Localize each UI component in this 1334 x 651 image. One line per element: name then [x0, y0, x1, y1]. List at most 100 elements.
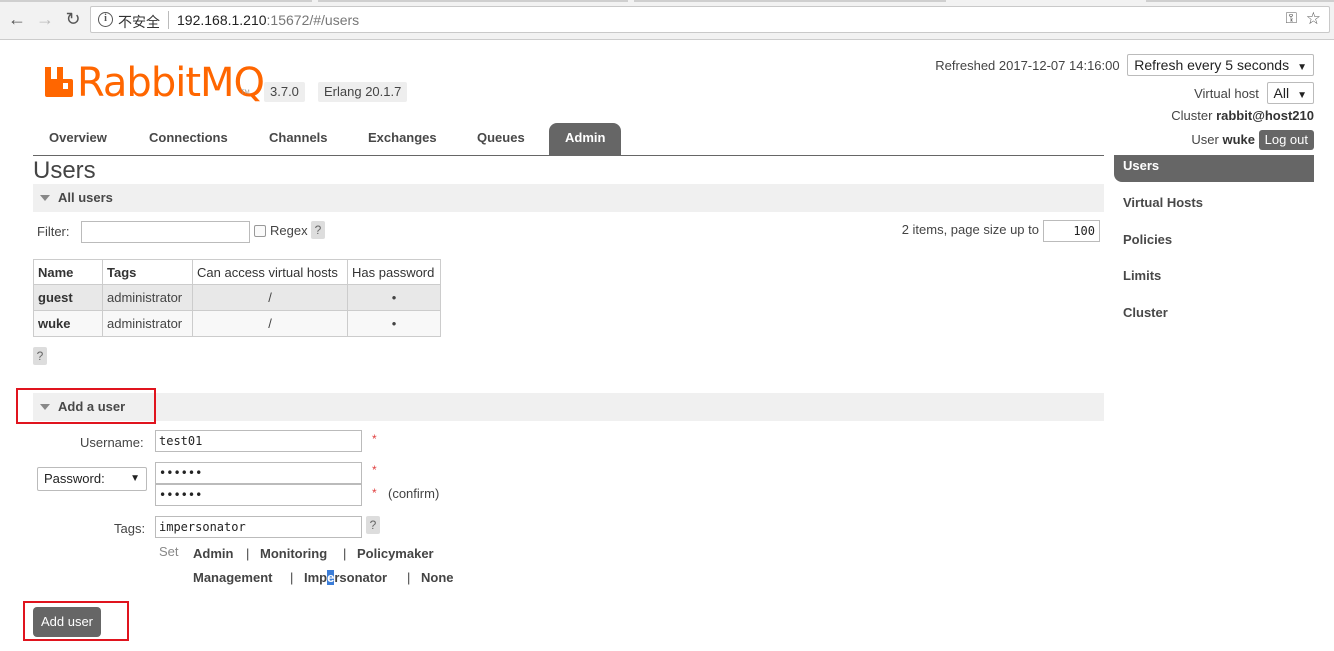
items-count-label: 2 items, page size up to	[901, 222, 1039, 237]
page-size-input[interactable]: 100	[1043, 220, 1100, 242]
erlang-version-badge: Erlang 20.1.7	[318, 82, 408, 102]
back-icon[interactable]: ←	[6, 8, 28, 30]
tag-separator: |	[343, 546, 347, 561]
logo-trademark: TM	[241, 90, 250, 96]
highlight-box-add-user-section	[16, 388, 156, 424]
password-input[interactable]: ••••••	[155, 462, 362, 484]
sidebar-item-virtual-hosts[interactable]: Virtual Hosts	[1114, 192, 1314, 219]
main-nav: Overview Connections Channels Exchanges …	[33, 123, 1104, 156]
all-users-section-header[interactable]	[33, 184, 1104, 212]
tab-connections[interactable]: Connections	[133, 123, 244, 155]
user-name-link[interactable]: guest	[33, 284, 103, 311]
bookmark-star-icon[interactable]: ☆	[1306, 9, 1321, 29]
tag-separator: |	[290, 570, 294, 585]
address-bar[interactable]: i 不安全 192.168.1.210:15672/#/users ⚿ ☆	[90, 6, 1330, 33]
user-status: User wuke Log out	[1191, 130, 1314, 150]
info-icon[interactable]: i	[98, 12, 113, 27]
security-label: 不安全	[118, 14, 160, 30]
tag-option-policymaker[interactable]: Policymaker	[357, 546, 434, 561]
tags-help-icon[interactable]: ?	[366, 516, 380, 534]
table-header-row: Name Tags Can access virtual hosts Has p…	[33, 259, 441, 285]
sidebar-item-limits[interactable]: Limits	[1114, 265, 1314, 292]
username-input[interactable]: test01	[155, 430, 362, 452]
filter-input[interactable]	[81, 221, 250, 243]
tab-overview[interactable]: Overview	[33, 123, 123, 155]
vhost-select-value: All	[1273, 85, 1290, 101]
vhost-label: Virtual host	[1194, 86, 1259, 101]
user-password-cell: •	[347, 310, 441, 337]
add-user-section-header[interactable]	[33, 393, 1104, 421]
required-marker: *	[372, 486, 377, 500]
chevron-down-icon: ▼	[1297, 62, 1307, 73]
logo-text: RabbitMQ	[77, 60, 265, 106]
user-password-cell: •	[347, 284, 441, 311]
tab-queues[interactable]: Queues	[461, 123, 541, 155]
user-name: wuke	[1222, 132, 1255, 147]
refreshed-label: Refreshed 2017-12-07 14:16:00	[935, 58, 1120, 73]
required-marker: *	[372, 432, 377, 446]
user-vhosts-cell: /	[192, 284, 348, 311]
tab-strip	[0, 0, 1334, 3]
password-type-select[interactable]: Password: ▼	[37, 467, 147, 491]
username-label: Username:	[80, 435, 144, 450]
refresh-interval-select[interactable]: Refresh every 5 seconds ▼	[1127, 54, 1314, 76]
url-path: :15672/#/users	[266, 12, 360, 28]
column-header-name: Name	[33, 259, 103, 285]
users-table: Name Tags Can access virtual hosts Has p…	[33, 259, 441, 337]
key-icon[interactable]: ⚿	[1286, 10, 1297, 27]
required-marker: *	[372, 463, 377, 477]
user-vhosts-cell: /	[192, 310, 348, 337]
url-text[interactable]: 192.168.1.210:15672/#/users	[177, 12, 359, 28]
tag-separator: |	[246, 546, 250, 561]
vhost-select[interactable]: All ▼	[1266, 82, 1314, 104]
refresh-interval-value: Refresh every 5 seconds	[1134, 57, 1290, 73]
all-users-title: All users	[58, 190, 113, 205]
tag-option-none[interactable]: None	[421, 570, 454, 585]
tag-option-impersonator[interactable]: Impersonator	[304, 570, 387, 585]
page-title: Users	[33, 157, 96, 184]
tag-option-monitoring[interactable]: Monitoring	[260, 546, 327, 561]
sidebar-item-policies[interactable]: Policies	[1114, 229, 1314, 256]
user-tags-cell: administrator	[102, 310, 193, 337]
tab-channels[interactable]: Channels	[253, 123, 344, 155]
tab-exchanges[interactable]: Exchanges	[352, 123, 453, 155]
tag-option-impersonator-text: Impersonator	[304, 570, 388, 585]
browser-toolbar: ← → ↻ i 不安全 192.168.1.210:15672/#/users …	[0, 0, 1334, 40]
table-row[interactable]: wuke administrator / •	[33, 310, 441, 337]
reload-icon[interactable]: ↻	[62, 8, 84, 30]
password-confirm-input[interactable]: ••••••	[155, 484, 362, 506]
forward-icon[interactable]: →	[34, 8, 56, 30]
chevron-down-icon: ▼	[1297, 90, 1307, 101]
user-label: User	[1191, 132, 1219, 147]
user-name-link[interactable]: wuke	[33, 310, 103, 337]
column-header-vhosts: Can access virtual hosts	[192, 259, 348, 285]
tab-admin[interactable]: Admin	[549, 123, 622, 156]
tags-input[interactable]: impersonator	[155, 516, 362, 538]
logout-button[interactable]: Log out	[1258, 130, 1314, 150]
user-tags-cell: administrator	[102, 284, 193, 311]
sidebar-item-cluster[interactable]: Cluster	[1114, 302, 1314, 329]
highlight-box-add-user-button	[23, 601, 129, 641]
table-row[interactable]: guest administrator / •	[33, 284, 441, 311]
regex-label: Regex	[270, 223, 308, 238]
column-header-has-password: Has password	[347, 259, 441, 285]
address-divider	[168, 11, 169, 29]
tags-label: Tags:	[114, 521, 146, 536]
refresh-status: Refreshed 2017-12-07 14:16:00 Refresh ev…	[935, 54, 1314, 76]
tag-separator: |	[407, 570, 411, 585]
tag-option-management[interactable]: Management	[193, 570, 272, 585]
table-help-icon[interactable]: ?	[33, 347, 47, 365]
text-selection-highlight: e	[327, 570, 335, 585]
chevron-down-icon: ▼	[130, 473, 140, 484]
regex-help-icon[interactable]: ?	[311, 221, 325, 239]
filter-label: Filter:	[37, 224, 70, 239]
all-users-toggle[interactable]: All users	[40, 190, 113, 205]
cluster-status: Cluster rabbit@host210	[1171, 108, 1314, 123]
tag-option-admin[interactable]: Admin	[193, 546, 233, 561]
rabbitmq-logo-icon	[45, 67, 73, 97]
sidebar-item-users[interactable]: Users	[1114, 155, 1314, 182]
collapse-triangle-icon	[40, 195, 50, 201]
url-host: 192.168.1.210	[177, 12, 267, 28]
regex-checkbox[interactable]	[254, 225, 266, 237]
vhost-status: Virtual host All ▼	[1194, 82, 1314, 104]
